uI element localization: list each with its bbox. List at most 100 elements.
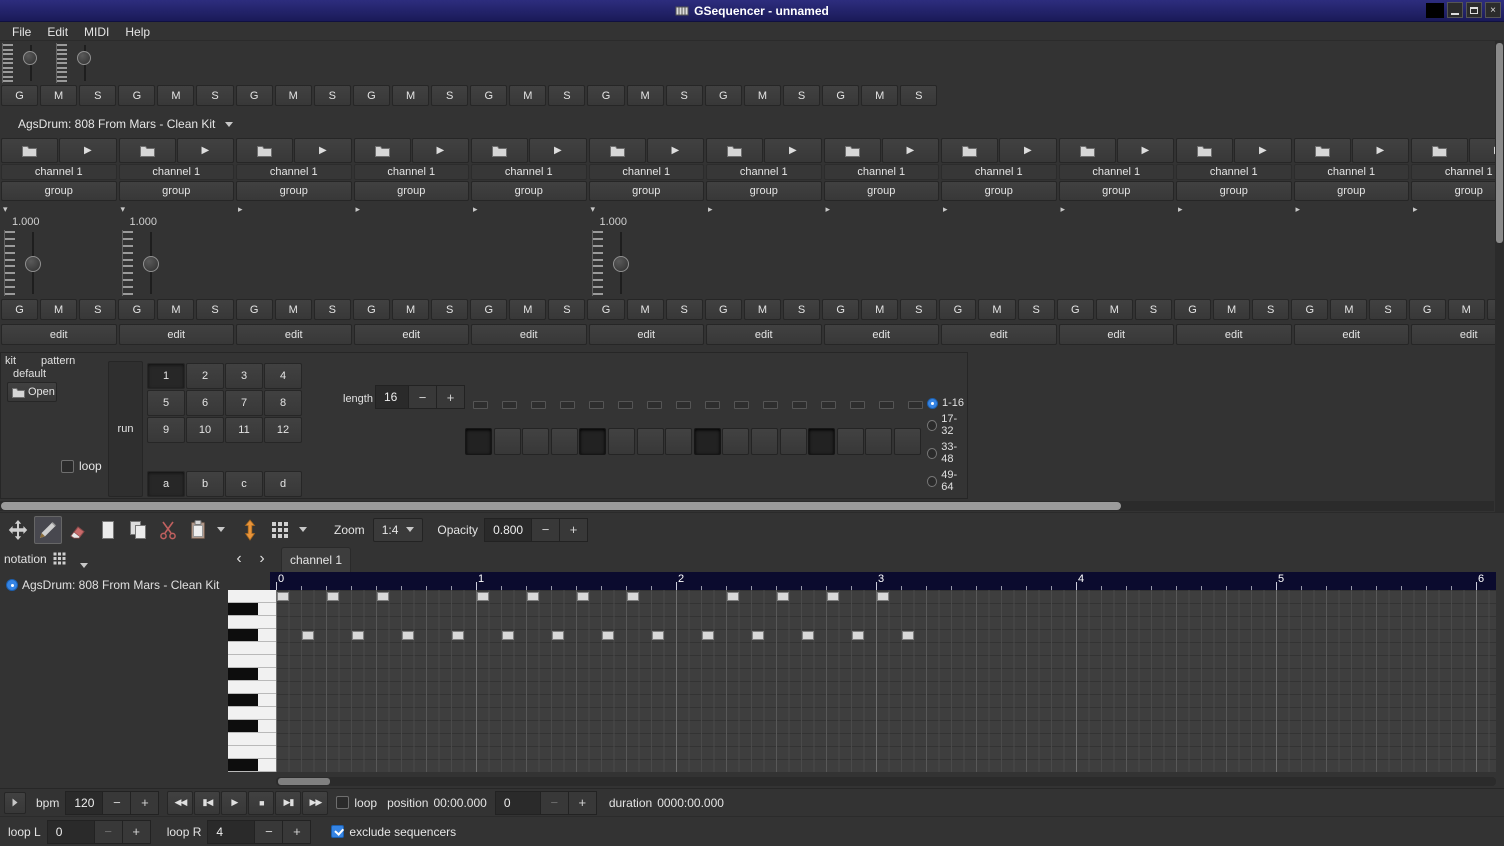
- loop-right-decrement-button[interactable]: −: [255, 820, 283, 844]
- solo-toggle-button[interactable]: S: [1135, 299, 1172, 320]
- open-audio-file-button[interactable]: [119, 138, 176, 163]
- edit-button[interactable]: edit: [236, 324, 352, 345]
- channel-name-button[interactable]: channel 1: [589, 164, 705, 180]
- machine-hscrollbar[interactable]: [0, 501, 1494, 511]
- machine-radio[interactable]: AgsDrum: 808 From Mars - Clean Kit: [6, 578, 219, 592]
- volume-slider[interactable]: [69, 43, 103, 83]
- pattern-loop-checkbox[interactable]: loop: [61, 459, 102, 473]
- mute-toggle-button[interactable]: M: [275, 299, 312, 320]
- run-button[interactable]: run: [108, 361, 143, 497]
- slider-knob[interactable]: [77, 51, 91, 65]
- channel-name-button[interactable]: channel 1: [119, 164, 235, 180]
- play-button[interactable]: ▶: [294, 138, 351, 163]
- channel-expander-open[interactable]: ▾: [591, 204, 596, 214]
- titlebar[interactable]: GSequencer - unnamed ×: [0, 0, 1504, 22]
- edit-button[interactable]: edit: [941, 324, 1057, 345]
- group-toggle-button[interactable]: G: [236, 299, 273, 320]
- group-button[interactable]: group: [1059, 181, 1175, 201]
- mute-toggle-button[interactable]: M: [509, 299, 546, 320]
- solo-toggle-button[interactable]: S: [431, 85, 468, 106]
- channel-expander-closed[interactable]: ▸: [943, 204, 948, 214]
- solo-toggle-button[interactable]: S: [314, 85, 351, 106]
- open-audio-file-button[interactable]: [1176, 138, 1233, 163]
- pattern-pad-6[interactable]: [608, 428, 635, 455]
- group-button[interactable]: group: [236, 181, 352, 201]
- mute-toggle-button[interactable]: M: [509, 85, 546, 106]
- group-toggle-button[interactable]: G: [822, 299, 859, 320]
- cut-button[interactable]: [154, 516, 182, 544]
- clear-tool-button[interactable]: [64, 516, 92, 544]
- group-button[interactable]: group: [354, 181, 470, 201]
- mute-toggle-button[interactable]: M: [392, 299, 429, 320]
- channel-expander-open[interactable]: ▾: [121, 204, 126, 214]
- pattern-index-5-button[interactable]: 5: [147, 390, 185, 416]
- solo-toggle-button[interactable]: S: [666, 299, 703, 320]
- play-button[interactable]: ▶: [221, 791, 247, 815]
- scrollbar-thumb[interactable]: [1, 502, 1121, 510]
- edit-button[interactable]: edit: [471, 324, 587, 345]
- channel-name-button[interactable]: channel 1: [354, 164, 470, 180]
- volume-slider[interactable]: [605, 230, 639, 296]
- maximize-button[interactable]: [1466, 2, 1482, 18]
- paste-options-button[interactable]: [214, 516, 228, 544]
- group-toggle-button[interactable]: G: [236, 85, 273, 106]
- group-toggle-button[interactable]: G: [587, 85, 624, 106]
- pattern-index-11-button[interactable]: 11: [225, 417, 263, 443]
- paste-button[interactable]: [184, 516, 212, 544]
- bpm-decrement-button[interactable]: −: [103, 791, 131, 815]
- group-toggle-button[interactable]: G: [353, 299, 390, 320]
- play-button[interactable]: ▶: [882, 138, 939, 163]
- opacity-value[interactable]: 0.800: [484, 518, 532, 542]
- pattern-pad-16[interactable]: [894, 428, 921, 455]
- mute-toggle-button[interactable]: M: [1213, 299, 1250, 320]
- channel-name-button[interactable]: channel 1: [706, 164, 822, 180]
- menu-file[interactable]: File: [4, 24, 39, 40]
- channel-expander-closed[interactable]: ▸: [1178, 204, 1183, 214]
- channel-expander-closed[interactable]: ▸: [473, 204, 478, 214]
- rewind-button[interactable]: ◀◀: [167, 791, 193, 815]
- invert-button[interactable]: [236, 516, 264, 544]
- next-button[interactable]: ▶▮: [275, 791, 301, 815]
- pattern-index-7-button[interactable]: 7: [225, 390, 263, 416]
- solo-toggle-button[interactable]: S: [548, 85, 585, 106]
- note[interactable]: [327, 592, 339, 601]
- loop-right-value[interactable]: 4: [207, 820, 255, 844]
- edit-button[interactable]: edit: [1294, 324, 1410, 345]
- bpm-value[interactable]: 120: [65, 791, 103, 815]
- pattern-index-10-button[interactable]: 10: [186, 417, 224, 443]
- solo-toggle-button[interactable]: S: [900, 299, 937, 320]
- offset-radio-1-16[interactable]: 1-16: [927, 397, 967, 409]
- offset-radio-49-64[interactable]: 49-64: [927, 469, 967, 493]
- solo-toggle-button[interactable]: S: [196, 299, 233, 320]
- note[interactable]: [852, 631, 864, 640]
- note[interactable]: [452, 631, 464, 640]
- open-audio-file-button[interactable]: [1059, 138, 1116, 163]
- play-button[interactable]: ▶: [177, 138, 234, 163]
- bank-a-button[interactable]: a: [147, 471, 185, 497]
- edit-button[interactable]: edit: [824, 324, 940, 345]
- solo-toggle-button[interactable]: S: [783, 299, 820, 320]
- pattern-index-8-button[interactable]: 8: [264, 390, 302, 416]
- offset-radio-33-48[interactable]: 33-48: [927, 441, 967, 465]
- scrollbar-thumb[interactable]: [278, 778, 330, 785]
- play-button[interactable]: ▶: [1117, 138, 1174, 163]
- close-button[interactable]: ×: [1485, 2, 1501, 18]
- group-toggle-button[interactable]: G: [470, 85, 507, 106]
- group-button[interactable]: group: [471, 181, 587, 201]
- open-audio-file-button[interactable]: [941, 138, 998, 163]
- pattern-pad-11[interactable]: [751, 428, 778, 455]
- loop-left-value[interactable]: 0: [47, 820, 95, 844]
- note[interactable]: [652, 631, 664, 640]
- group-button[interactable]: group: [119, 181, 235, 201]
- mute-toggle-button[interactable]: M: [861, 85, 898, 106]
- channel-expander-closed[interactable]: ▸: [708, 204, 713, 214]
- note[interactable]: [727, 592, 739, 601]
- note[interactable]: [627, 592, 639, 601]
- loop-checkbox[interactable]: loop: [336, 796, 377, 810]
- editor-hscrollbar[interactable]: [276, 777, 1496, 786]
- play-button[interactable]: ▶: [1234, 138, 1291, 163]
- play-button[interactable]: ▶: [59, 138, 116, 163]
- mute-toggle-button[interactable]: M: [627, 299, 664, 320]
- group-toggle-button[interactable]: G: [353, 85, 390, 106]
- transport-expander-button[interactable]: [4, 792, 26, 814]
